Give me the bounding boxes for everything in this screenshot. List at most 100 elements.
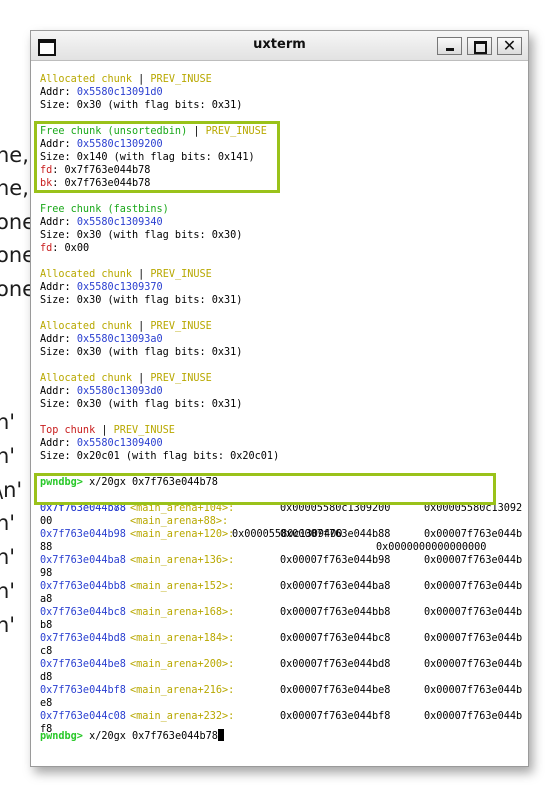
dump-wrap: 00 <box>40 516 53 527</box>
chunk-type: Allocated chunk <box>40 373 133 384</box>
dump-addr: 0x7f763e044be8 <box>40 659 126 670</box>
dump-symbol: <main_arena+152>: <box>130 581 235 592</box>
chunk-size-line: Size: 0x30 (with flag bits: 0x30) <box>40 230 243 241</box>
background-fragment: ne, <box>0 176 29 200</box>
chunk-size-line: Size: 0x20c01 (with flag bits: 0x20c01) <box>40 451 280 462</box>
background-text: n' <box>0 579 15 603</box>
dump-wrap: 98 <box>40 568 53 579</box>
background-text: ne, <box>0 143 29 167</box>
background-fragment: n' <box>0 613 16 637</box>
addr-label: Addr: <box>40 438 71 449</box>
background-text: n' <box>0 410 15 434</box>
chunk-addr-line: Addr: 0x5580c13091d0 <box>40 86 163 99</box>
separator: | <box>132 74 151 85</box>
dump-symbol: <main_arena+184>: <box>130 633 235 644</box>
separator: | <box>132 321 151 332</box>
dump-value: 0x00007f763e044bf8 <box>280 711 391 722</box>
dump-value: 0x00007f763e044bd8 <box>280 659 391 670</box>
chunk-type: Top chunk <box>40 425 96 436</box>
dump-wrap: d8 <box>40 672 53 683</box>
dump-value: 0x00007f763e044b <box>424 685 523 696</box>
background-text: n' <box>0 613 15 637</box>
dump-symbol: <main_arena+200>: <box>130 659 235 670</box>
dump-row: 0x7f763e044bb8 <main_arena+152>: 0x00007f7… <box>40 580 524 593</box>
chunk-header: Allocated chunk | PREV_INUSE <box>40 320 212 333</box>
dump-value: 0x00007f763e044bc8 <box>280 633 391 644</box>
dump-value: 0x00007f763e044b <box>424 711 523 722</box>
background-text: n' <box>0 444 15 468</box>
dump-wrap: b8 <box>40 620 53 631</box>
minimize-button[interactable] <box>437 37 462 55</box>
dump-addr: 0x7f763e044bb8 <box>40 581 126 592</box>
input-prompt: pwndbg> <box>40 731 83 742</box>
addr-label: Addr: <box>40 87 71 98</box>
title-bar[interactable]: uxterm ✕ <box>31 31 528 61</box>
background-text: n' <box>0 511 15 535</box>
chunk-addr: 0x5580c1309370 <box>76 282 163 293</box>
dump-row: 0x7f763e044c08 <main_arena+232>: 0x00007f7… <box>40 710 524 723</box>
background-fragment: n' <box>0 444 16 468</box>
text-cursor <box>217 729 224 741</box>
dump-row: 0x7f763e044bf8 <main_arena+216>: 0x00007f7… <box>40 684 524 697</box>
dump-value: 0x00007f763e044bb8 <box>280 607 391 618</box>
chunk-header: Free chunk (fastbins) <box>40 203 169 216</box>
dump-row: 0x7f763e044be8 <main_arena+200>: 0x00007f7… <box>40 658 524 671</box>
dump-wrap: 88 <box>40 542 53 553</box>
chunk-header: Allocated chunk | PREV_INUSE <box>40 73 212 86</box>
dump-row: 0x7f763e044bc8 <main_arena+168>: 0x00007f7… <box>40 606 524 619</box>
chunk-flag: PREV_INUSE <box>150 373 212 384</box>
chunk-header: Allocated chunk | PREV_INUSE <box>40 268 212 281</box>
dump-value: 0x00007f763e044b <box>424 581 523 592</box>
dump-value: 0x00007f763e044be8 <box>280 685 391 696</box>
background-text: ne, <box>0 176 29 200</box>
input-line[interactable]: pwndbg> x/20gx 0x7f763e044b78 <box>40 729 224 742</box>
dump-value: 0x00007f763e044b <box>424 555 523 566</box>
chunk-flag: PREV_INUSE <box>113 425 175 436</box>
separator: | <box>132 373 151 384</box>
chunk-size-line: Size: 0x30 (with flag bits: 0x31) <box>40 295 243 306</box>
dump-row: 0x7f763e044b98 <main_arena+120>: 0x00007f7… <box>40 528 524 541</box>
dump-value: 0x00007f763e044b <box>424 633 523 644</box>
highlight-box-main-arena <box>34 473 496 505</box>
fd-label: fd <box>40 243 53 254</box>
terminal-output[interactable]: Allocated chunk | PREV_INUSE Addr: 0x558… <box>34 73 524 763</box>
chunk-addr-line: Addr: 0x5580c1309340 <box>40 216 163 229</box>
highlight-box-unsortedbin <box>34 121 280 193</box>
chunk-addr-line: Addr: 0x5580c1309400 <box>40 437 163 450</box>
dump-row: 0x7f763e044ba8 <main_arena+136>: 0x00007f7… <box>40 554 524 567</box>
separator: | <box>95 425 114 436</box>
close-button[interactable]: ✕ <box>497 36 522 55</box>
chunk-addr-line: Addr: 0x5580c1309370 <box>40 281 163 294</box>
dump-addr: 0x7f763e044b98 <box>40 529 126 540</box>
dump-value: 0x00007f763e044b98 <box>280 555 391 566</box>
chunk-flag: PREV_INUSE <box>150 321 212 332</box>
dump-symbol: <main_arena+232>: <box>130 711 235 722</box>
maximize-button[interactable] <box>467 37 492 55</box>
minimize-icon <box>446 48 454 51</box>
input-text[interactable]: x/20gx 0x7f763e044b78 <box>83 731 218 742</box>
separator: | <box>132 269 151 280</box>
dump-symbol: <main_arena+136>: <box>130 555 235 566</box>
dump-symbol: <main_arena+216>: <box>130 685 235 696</box>
chunk-fd-line: fd: 0x00 <box>40 242 89 255</box>
close-icon: ✕ <box>502 36 517 55</box>
dump-value: 0x0000000000000000 <box>376 542 487 553</box>
dump-addr: 0x7f763e044bc8 <box>40 607 126 618</box>
dump-value: 0x00007f763e044b <box>424 607 523 618</box>
background-fragment: n' <box>0 410 16 434</box>
fd-value: : 0x00 <box>52 243 90 254</box>
dump-addr: 0x7f763e044c08 <box>40 711 126 722</box>
chunk-flag: PREV_INUSE <box>150 269 212 280</box>
chunk-size-line: Size: 0x30 (with flag bits: 0x31) <box>40 399 243 410</box>
chunk-addr-line: Addr: 0x5580c13093d0 <box>40 385 163 398</box>
chunk-addr-line: Addr: 0x5580c13093a0 <box>40 333 163 346</box>
chunk-size-line: Size: 0x30 (with flag bits: 0x31) <box>40 100 243 111</box>
background-fragment: n' <box>0 511 16 535</box>
dump-symbol: <main_arena+168>: <box>130 607 235 618</box>
dump-value: 0x00007f763e044b <box>424 529 523 540</box>
dump-value: 0x00007f763e044ba8 <box>280 581 391 592</box>
dump-symbol: <main_arena+88>: <box>130 516 229 527</box>
chunk-type: Free chunk (fastbins) <box>40 204 169 215</box>
chunk-addr: 0x5580c13093a0 <box>76 334 163 345</box>
dump-addr: 0x7f763e044ba8 <box>40 555 126 566</box>
